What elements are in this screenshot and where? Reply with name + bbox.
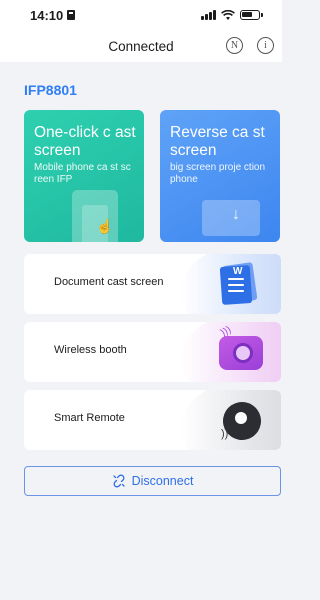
broken-link-icon: [112, 474, 125, 488]
page-title: Connected: [108, 38, 174, 54]
reverse-cast-title: Reverse ca st screen: [170, 124, 265, 159]
tap-hand-icon: ☝: [96, 218, 114, 234]
signal-icon: [201, 10, 216, 20]
document-cast-label: Document cast screen: [54, 276, 164, 288]
top-area: 14:10 Connected N i: [0, 0, 282, 62]
disconnect-label: Disconnect: [131, 474, 194, 488]
smart-remote-card[interactable]: Smart Remote )): [24, 390, 281, 450]
down-arrow-icon: ↓: [232, 206, 240, 223]
info-icon[interactable]: i: [257, 37, 274, 54]
nfc-icon[interactable]: N: [226, 37, 243, 54]
status-bar: 14:10: [0, 0, 282, 30]
status-time: 14:10: [30, 7, 64, 23]
document-icon: W: [219, 260, 259, 308]
remote-icon: )): [215, 394, 269, 448]
one-click-cast-title: One-click c ast screen: [34, 124, 136, 159]
battery-icon: [240, 10, 263, 20]
status-time-wrap: 14:10: [30, 7, 76, 23]
one-click-cast-subtitle: Mobile phone ca st screen IFP: [34, 162, 131, 185]
camera-icon: ))): [219, 324, 263, 370]
wireless-booth-card[interactable]: Wireless booth ))): [24, 322, 281, 382]
big-screen-illustration-icon: [202, 200, 260, 236]
document-cast-card[interactable]: Document cast screen W: [24, 254, 281, 314]
nav-icons: N i: [226, 37, 274, 54]
reverse-cast-card[interactable]: Reverse ca st screen big screen proje ct…: [160, 110, 280, 242]
device-name: IFP8801: [24, 82, 77, 98]
one-click-cast-card[interactable]: One-click c ast screen Mobile phone ca s…: [24, 110, 144, 242]
wifi-icon: [221, 9, 235, 20]
status-icons: [201, 9, 263, 21]
reverse-cast-subtitle: big screen proje ction phone: [170, 162, 266, 185]
wireless-booth-label: Wireless booth: [54, 344, 127, 356]
nav-bar: Connected N i: [0, 30, 282, 62]
smart-remote-label: Smart Remote: [54, 412, 125, 424]
disconnect-button[interactable]: Disconnect: [24, 466, 281, 496]
sim-icon: [67, 10, 76, 20]
